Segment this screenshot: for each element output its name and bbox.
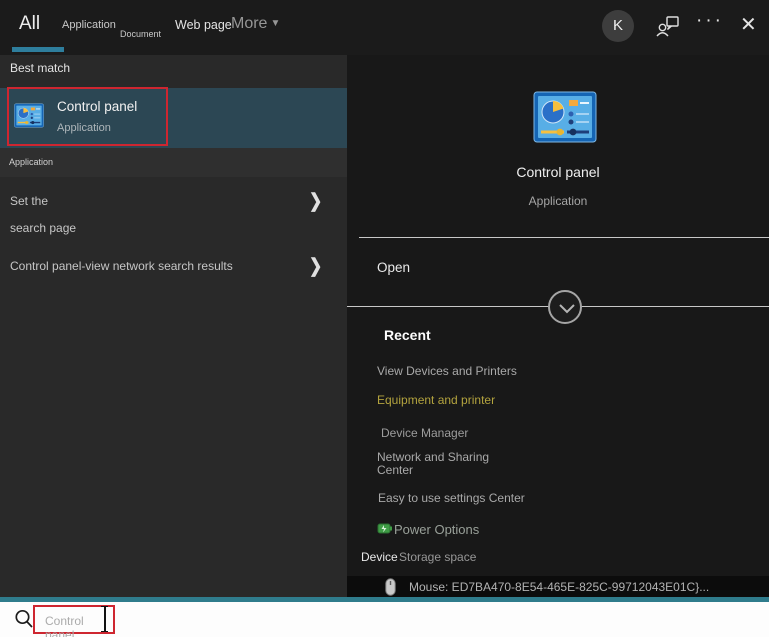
- tab-document[interactable]: Document: [120, 29, 161, 39]
- tab-application[interactable]: Application: [62, 19, 116, 31]
- preview-panel: Control panel Application Open Recent Vi…: [347, 55, 769, 598]
- text-cursor-icon: [100, 606, 109, 632]
- tab-more[interactable]: More ▼: [231, 15, 280, 33]
- best-match-result[interactable]: Control panel Application: [0, 88, 347, 148]
- best-match-title: Control panel: [57, 99, 138, 114]
- preview-title: Control panel: [516, 164, 600, 180]
- open-action[interactable]: Open: [377, 260, 410, 275]
- feedback-icon[interactable]: [654, 13, 682, 41]
- recent-item-device-manager[interactable]: Device Manager: [381, 426, 468, 440]
- best-match-subtitle: Application: [57, 122, 111, 134]
- recent-item-mouse-guid[interactable]: Mouse: ED7BA470-8E54-465E-825C-99712043E…: [347, 576, 769, 598]
- search-icon: [15, 609, 33, 628]
- application-section-header: Application: [9, 157, 54, 167]
- chevron-down-icon: ▼: [270, 18, 281, 29]
- divider: [359, 237, 769, 238]
- tab-more-label: More: [231, 15, 268, 32]
- search-flyout-window: All Application Document Web page More ▼ …: [0, 0, 769, 637]
- mouse-icon: [385, 578, 396, 596]
- recent-item-equipment-printer[interactable]: Equipment and printer: [377, 393, 495, 407]
- suggestion-set-search-page-line2[interactable]: search page: [10, 221, 76, 235]
- active-tab-underline: [12, 47, 64, 52]
- results-panel: Best match Control panel Application App…: [0, 55, 347, 597]
- chevron-right-icon[interactable]: ❯: [309, 254, 322, 278]
- avatar[interactable]: K: [602, 10, 634, 42]
- expand-collapse-button[interactable]: [548, 290, 582, 324]
- recent-section-header: Recent: [384, 327, 431, 343]
- device-label: Device: [361, 550, 398, 564]
- control-panel-icon-large: [533, 91, 597, 143]
- chevron-down-icon: [559, 304, 575, 314]
- close-icon[interactable]: ✕: [740, 12, 757, 37]
- recent-item-network-sharing-center[interactable]: Network and Sharing Center: [377, 451, 505, 477]
- preview-subtitle: Application: [528, 194, 588, 208]
- recent-item-view-devices-printers[interactable]: View Devices and Printers: [377, 364, 517, 378]
- control-panel-icon: [14, 103, 44, 128]
- best-match-header: Best match: [10, 61, 71, 75]
- suggestion-set-search-page[interactable]: Set the: [10, 194, 48, 208]
- recent-item-power-options[interactable]: Power Options: [394, 522, 479, 537]
- application-section-band: Application: [0, 148, 347, 177]
- filter-tabs-bar: All Application Document Web page More ▼ …: [0, 0, 769, 55]
- tab-all[interactable]: All: [19, 13, 40, 35]
- power-options-icon: [377, 523, 392, 534]
- suggestion-network-search-results[interactable]: Control panel-view network search result…: [10, 259, 233, 273]
- recent-item-ease-of-access[interactable]: Easy to use settings Center: [378, 491, 525, 505]
- search-bar[interactable]: Control panel: [0, 602, 769, 637]
- chevron-right-icon[interactable]: ❯: [309, 189, 322, 213]
- mouse-guid-label: Mouse: ED7BA470-8E54-465E-825C-99712043E…: [409, 580, 710, 594]
- storage-space-label: Storage space: [399, 550, 477, 564]
- more-options-icon[interactable]: ···: [696, 10, 724, 32]
- tab-web-page[interactable]: Web page: [175, 18, 232, 32]
